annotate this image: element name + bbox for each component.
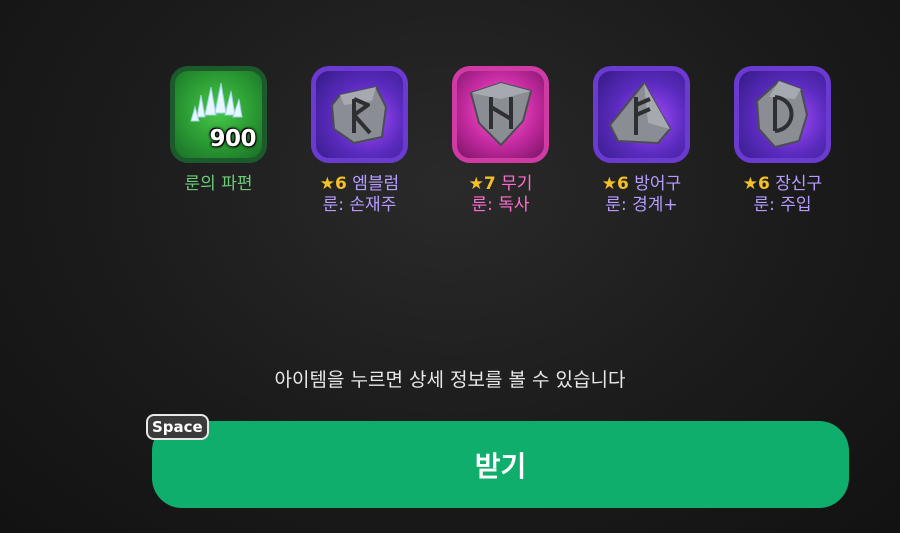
detail-hint-text: 아이템을 누르면 상세 정보를 볼 수 있습니다: [274, 369, 626, 391]
armor-rune-tile[interactable]: [593, 66, 690, 163]
armor-rune-label: ★6 방어구 룬: 경계+: [601, 174, 682, 215]
emblem-rune-tile[interactable]: [311, 66, 408, 163]
reward-item-rune-fragment[interactable]: 900 룬의 파편: [170, 66, 267, 216]
accessory-rune-tile[interactable]: [734, 66, 831, 163]
rune-stone-d-icon: [755, 79, 809, 149]
reward-items: 900 룬의 파편 ★6 엠블럼 룬: 손재주 ★7 무기 룬: 독사 ★6 방…: [170, 66, 831, 216]
reward-item-weapon-rune[interactable]: ★7 무기 룬: 독사: [452, 66, 549, 216]
reward-item-armor-rune[interactable]: ★6 방어구 룬: 경계+: [593, 66, 690, 216]
rune-fragment-tile[interactable]: 900: [170, 66, 267, 163]
weapon-rune-tile[interactable]: [452, 66, 549, 163]
accessory-rune-label: ★6 장신구 룬: 주입: [742, 174, 823, 215]
rune-stone-r-icon: [330, 85, 388, 145]
reward-item-accessory-rune[interactable]: ★6 장신구 룬: 주입: [734, 66, 831, 216]
fragment-count: 900: [209, 126, 256, 152]
emblem-rune-label: ★6 엠블럼 룬: 손재주: [319, 174, 400, 215]
reward-item-emblem-rune[interactable]: ★6 엠블럼 룬: 손재주: [311, 66, 408, 216]
fragment-label: 룬의 파편: [184, 174, 253, 194]
rune-stone-f-icon: [608, 81, 672, 145]
rune-stone-n-icon: [469, 81, 533, 147]
claim-button[interactable]: 받기: [152, 421, 849, 508]
weapon-rune-label: ★7 무기 룬: 독사: [468, 174, 533, 215]
space-key-badge: Space: [146, 414, 209, 440]
